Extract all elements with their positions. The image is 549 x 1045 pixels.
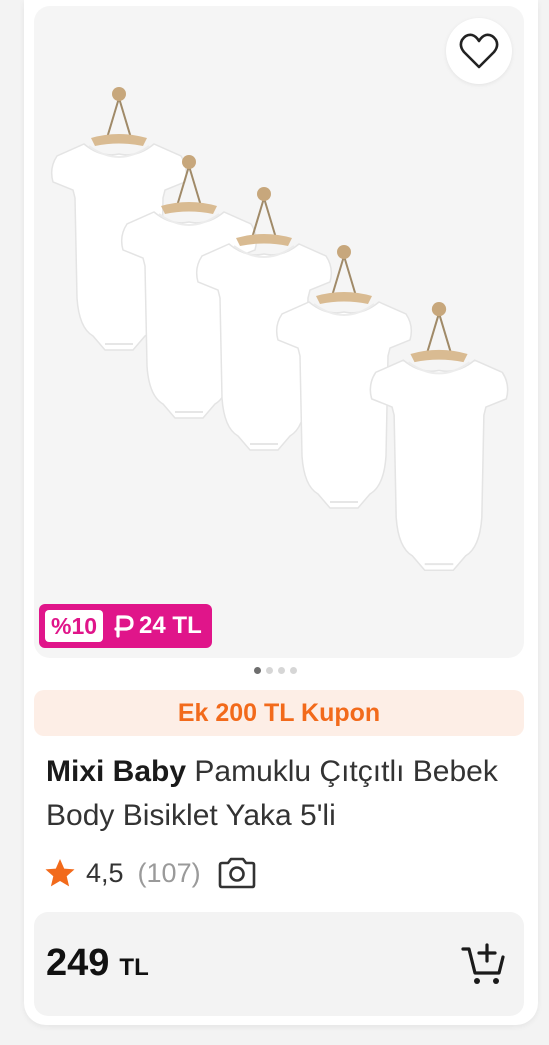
heart-outline-icon: [459, 33, 499, 69]
price: 249 TL: [46, 942, 149, 985]
review-count[interactable]: (107): [138, 858, 201, 889]
promo-amount: 24 TL: [139, 612, 202, 639]
favorite-button[interactable]: [446, 18, 512, 84]
price-box: 249 TL: [34, 912, 524, 1016]
rating-row: 4,5 (107): [44, 853, 257, 893]
product-brand: Mixi Baby: [46, 755, 187, 788]
product-image-illustration: [50, 86, 509, 572]
product-image[interactable]: %10 24 TL: [34, 6, 524, 658]
add-to-cart-button[interactable]: [458, 938, 510, 990]
promo-badge: %10 24 TL: [39, 604, 212, 648]
promo-amount-wrap: 24 TL: [113, 612, 202, 640]
coupon-banner: Ek 200 TL Kupon: [34, 690, 524, 736]
price-amount: 249: [46, 942, 110, 984]
p-coin-icon: [114, 615, 134, 638]
product-title[interactable]: Mixi Baby Pamuklu Çıtçıtlı Bebek Body Bi…: [46, 750, 516, 838]
carousel-dot[interactable]: [290, 667, 297, 674]
photo-reviews[interactable]: [217, 857, 257, 889]
carousel-dot[interactable]: [254, 667, 261, 674]
camera-icon: [218, 857, 255, 889]
promo-percent: %10: [45, 610, 104, 642]
price-currency: TL: [119, 954, 149, 981]
star-icon: [45, 859, 75, 887]
rating-value: 4,5: [86, 857, 124, 888]
carousel-dots: [254, 667, 297, 674]
product-card[interactable]: %10 24 TL Ek 200 TL Kupon Mixi Baby Pamu…: [24, 0, 538, 1025]
carousel-dot[interactable]: [278, 667, 285, 674]
add-to-cart-icon: [461, 943, 505, 984]
coupon-label: Ek 200 TL Kupon: [177, 698, 381, 727]
carousel-dot[interactable]: [266, 667, 273, 674]
